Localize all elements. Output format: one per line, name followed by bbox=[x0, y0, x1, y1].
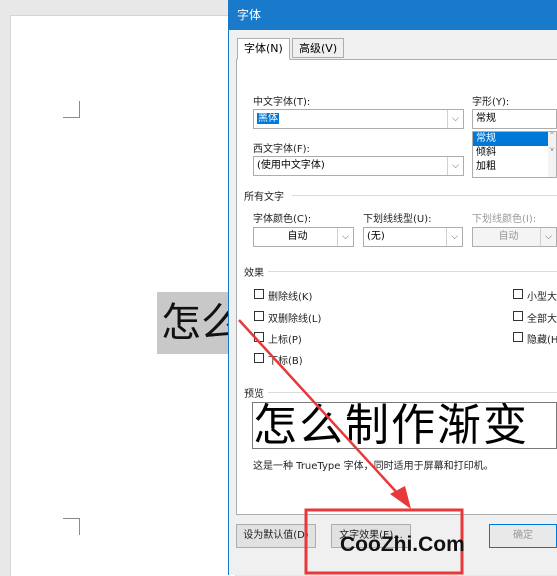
annotation-arrow-line bbox=[238, 319, 401, 497]
tutorial-annotation bbox=[238, 319, 464, 575]
tab-font[interactable]: 字体(N) bbox=[237, 38, 290, 60]
watermark: CooZhi.Com bbox=[340, 533, 465, 556]
